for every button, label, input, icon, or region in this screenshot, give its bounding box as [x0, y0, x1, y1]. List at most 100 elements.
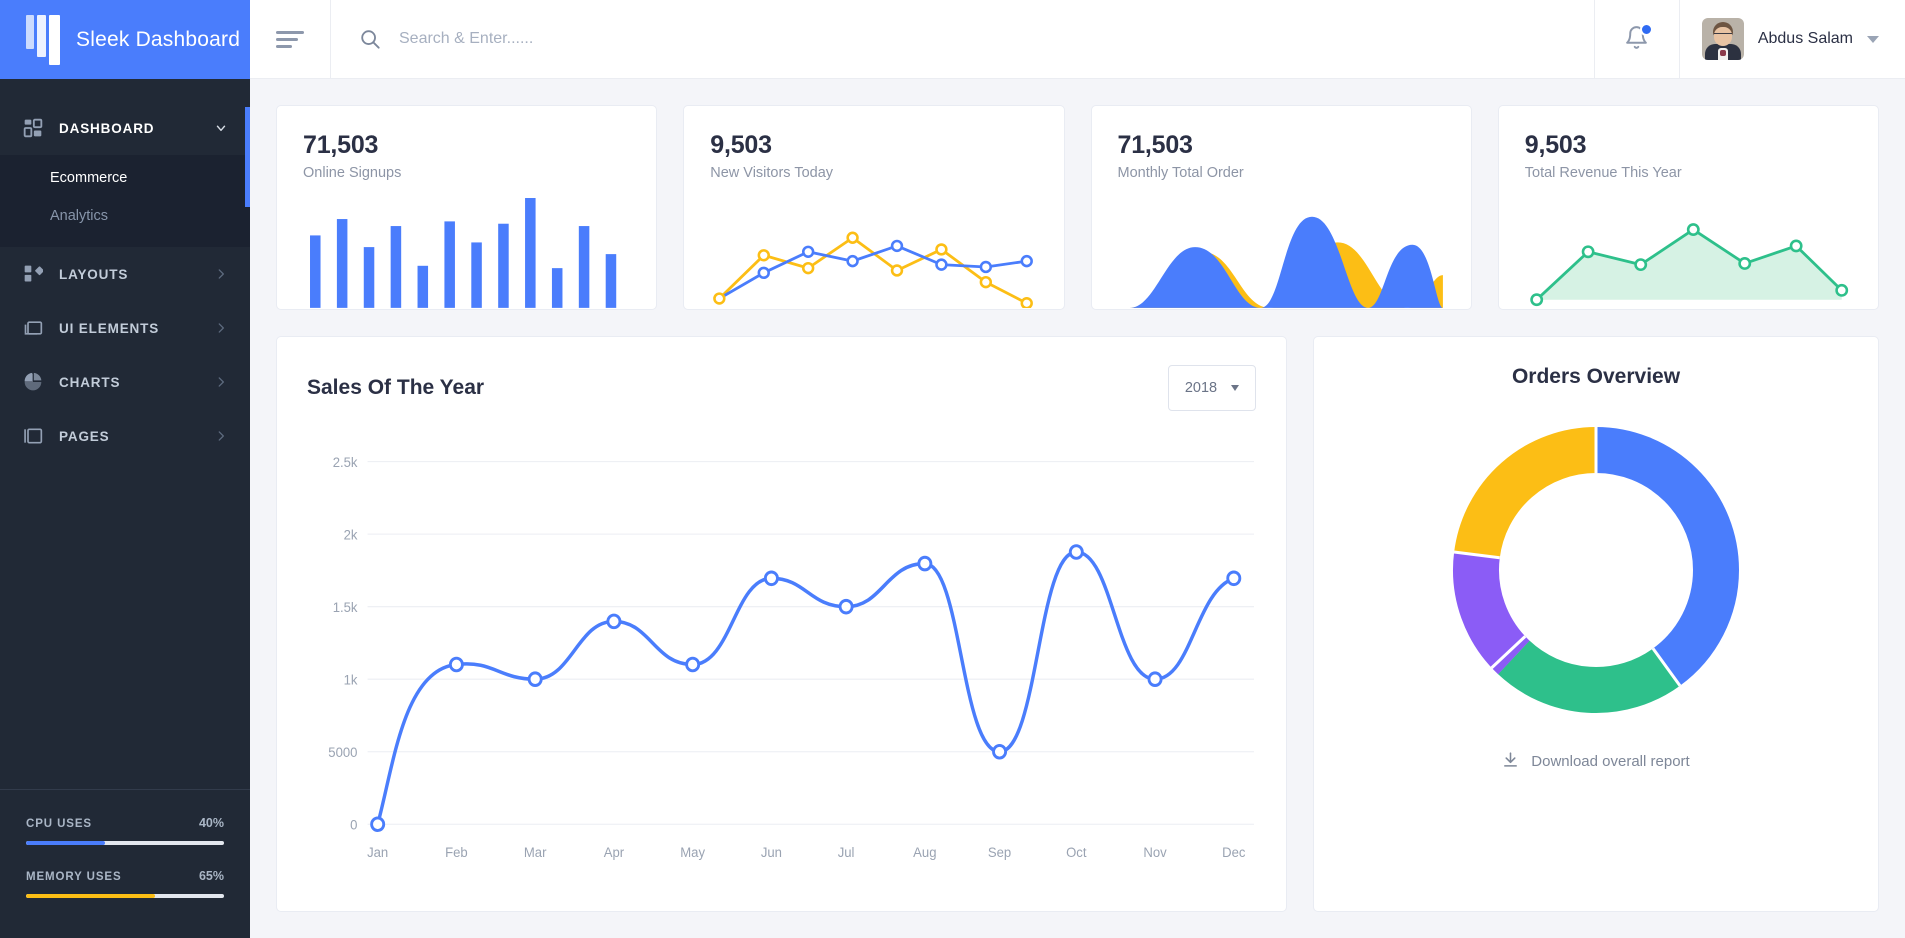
visitors-line-chart	[710, 191, 1037, 308]
search-bar[interactable]	[330, 0, 1380, 78]
chevron-down-icon	[214, 121, 228, 135]
sidebar-item-ui-elements[interactable]: UI ELEMENTS	[0, 301, 250, 355]
layouts-icon	[22, 263, 44, 285]
sidebar-item-label: PAGES	[59, 429, 199, 444]
stat-label: Total Revenue This Year	[1525, 165, 1852, 181]
year-select-value: 2018	[1185, 380, 1217, 396]
stat-card-total-revenue: 9,503 Total Revenue This Year	[1498, 105, 1879, 310]
hamburger-icon	[276, 27, 304, 52]
grid-icon	[22, 117, 44, 139]
svg-text:Dec: Dec	[1222, 845, 1246, 860]
svg-text:2.5k: 2.5k	[333, 455, 358, 470]
signups-bar-chart	[303, 191, 630, 308]
cpu-usage-meter: CPU USES 40%	[26, 816, 224, 845]
sales-chart-svg: 2.5k 2k 1.5k 1k 5000 0	[307, 449, 1256, 901]
svg-text:1k: 1k	[344, 672, 358, 687]
memory-usage-fill	[26, 894, 155, 898]
svg-text:Mar: Mar	[524, 845, 547, 860]
cpu-usage-track	[26, 841, 224, 845]
stat-card-online-signups: 71,503 Online Signups	[276, 105, 657, 310]
sidebar-item-layouts[interactable]: LAYOUTS	[0, 247, 250, 301]
active-indicator	[245, 107, 250, 207]
sidebar-resource-meters: CPU USES 40% MEMORY USES 65%	[0, 789, 250, 938]
sidebar-item-pages[interactable]: PAGES	[0, 409, 250, 463]
svg-text:Aug: Aug	[913, 845, 936, 860]
download-icon	[1502, 751, 1519, 772]
svg-text:Sep: Sep	[988, 845, 1011, 860]
memory-usage-track	[26, 894, 224, 898]
stat-card-monthly-total-order: 71,503 Monthly Total Order	[1091, 105, 1472, 310]
download-report-label: Download overall report	[1531, 753, 1689, 770]
sales-line-chart: 2.5k 2k 1.5k 1k 5000 0	[307, 449, 1256, 901]
stat-value: 71,503	[303, 130, 630, 160]
brand[interactable]: Sleek Dashboard	[0, 0, 250, 79]
brand-title: Sleek Dashboard	[76, 28, 240, 52]
search-input[interactable]	[399, 30, 1352, 48]
chevron-down-icon	[1867, 36, 1879, 43]
chevron-down-icon	[1231, 385, 1239, 391]
cpu-usage-label: CPU USES	[26, 818, 92, 830]
svg-text:Jan: Jan	[367, 845, 388, 860]
svg-text:0: 0	[350, 817, 357, 832]
orders-area-chart	[1118, 191, 1445, 308]
stat-label: New Visitors Today	[710, 165, 1037, 181]
sidebar-item-analytics[interactable]: Analytics	[0, 197, 250, 235]
revenue-area-line-chart	[1525, 191, 1852, 308]
sidebar-item-label: UI ELEMENTS	[59, 321, 199, 336]
sidebar-item-label: CHARTS	[59, 375, 199, 390]
svg-text:Oct: Oct	[1066, 845, 1087, 860]
user-menu[interactable]: Abdus Salam	[1680, 0, 1905, 78]
svg-text:2k: 2k	[344, 527, 358, 542]
memory-usage-label: MEMORY USES	[26, 871, 122, 883]
stat-value: 9,503	[1525, 130, 1852, 160]
download-report-link[interactable]: Download overall report	[1502, 751, 1689, 772]
pie-chart-icon	[22, 371, 44, 393]
sidebar-item-charts[interactable]: CHARTS	[0, 355, 250, 409]
notifications-button[interactable]	[1594, 0, 1680, 78]
svg-text:Nov: Nov	[1143, 845, 1167, 860]
topbar: Abdus Salam	[250, 0, 1905, 79]
svg-text:1.5k: 1.5k	[333, 600, 358, 615]
dashboard-content: 71,503 Online Signups	[250, 79, 1905, 938]
stat-value: 9,503	[710, 130, 1037, 160]
svg-text:5000: 5000	[328, 745, 357, 760]
chevron-right-icon	[214, 267, 228, 281]
svg-text:Feb: Feb	[445, 845, 468, 860]
search-icon	[359, 28, 381, 50]
page-icon	[22, 425, 44, 447]
user-name: Abdus Salam	[1758, 30, 1853, 48]
sidebar: Sleek Dashboard DASHBOARD Ecommerce Anal…	[0, 0, 250, 938]
folders-icon	[22, 317, 44, 339]
chevron-right-icon	[214, 321, 228, 335]
stat-label: Monthly Total Order	[1118, 165, 1445, 181]
chevron-right-icon	[214, 429, 228, 443]
cpu-usage-value: 40%	[199, 816, 224, 830]
stat-card-new-visitors: 9,503 New Visitors Today	[683, 105, 1064, 310]
sidebar-submenu-dashboard: Ecommerce Analytics	[0, 155, 250, 247]
sidebar-item-dashboard[interactable]: DASHBOARD	[0, 101, 250, 155]
svg-text:Jul: Jul	[838, 845, 855, 860]
year-select[interactable]: 2018	[1168, 365, 1256, 411]
sidebar-item-label: DASHBOARD	[59, 121, 199, 136]
orders-overview-card: Orders Overview	[1313, 336, 1879, 912]
panels-row: Sales Of The Year 2018	[276, 336, 1879, 912]
orders-donut-chart	[1437, 411, 1755, 729]
sales-card-header: Sales Of The Year 2018	[307, 365, 1256, 411]
book-logo-icon	[26, 15, 60, 65]
stat-value: 71,503	[1118, 130, 1445, 160]
sidebar-item-label: LAYOUTS	[59, 267, 199, 282]
topbar-right: Abdus Salam	[1594, 0, 1905, 78]
sidebar-item-ecommerce[interactable]: Ecommerce	[0, 159, 250, 197]
svg-text:May: May	[680, 845, 705, 860]
svg-text:Apr: Apr	[604, 845, 625, 860]
stat-cards-row: 71,503 Online Signups	[276, 105, 1879, 310]
cpu-usage-fill	[26, 841, 105, 845]
sales-of-the-year-card: Sales Of The Year 2018	[276, 336, 1287, 912]
sidebar-nav: DASHBOARD Ecommerce Analytics LAYOUTS	[0, 79, 250, 789]
menu-toggle-button[interactable]	[250, 0, 330, 78]
notification-badge	[1640, 23, 1653, 36]
avatar	[1702, 18, 1744, 60]
chevron-right-icon	[214, 375, 228, 389]
memory-usage-meter: MEMORY USES 65%	[26, 869, 224, 898]
page-title: Sales Of The Year	[307, 376, 484, 400]
